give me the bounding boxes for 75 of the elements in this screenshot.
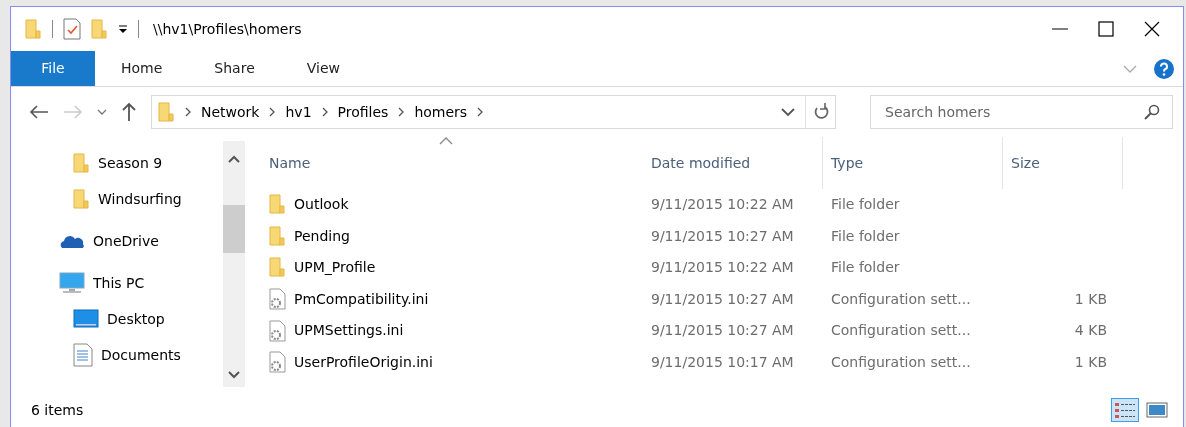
file-name[interactable]: UserProfileOrigin.ini [261,351,643,374]
nav-item[interactable]: Desktop [11,301,223,337]
column-header[interactable]: Type [823,137,1003,189]
settings-file-icon [269,319,286,342]
file-name[interactable]: Pending [261,225,643,247]
scroll-up-icon[interactable] [228,155,240,163]
column-header[interactable]: Name [261,137,643,189]
address-dropdown-icon[interactable] [781,108,795,116]
breadcrumb[interactable]: Network [201,101,260,123]
scrollbar[interactable] [223,141,245,387]
nav-item[interactable]: Season 9 [11,145,223,181]
breadcrumb[interactable]: Profiles [337,101,389,123]
file-name[interactable]: Outlook [261,194,643,216]
window-title: \\hv1\Profiles\homers [153,19,302,39]
size-cell-text: 4 KB [1073,321,1108,341]
ribbon-tab[interactable]: Home [95,51,189,86]
folder-icon [269,225,286,247]
up-icon[interactable] [121,102,137,122]
type-cell-text: File folder [830,226,901,246]
recent-locations-icon[interactable] [97,109,107,115]
folder-icon [269,257,286,279]
settings-file-icon [269,351,286,374]
date-cell-text: 9/11/2015 10:22 AM [650,195,795,215]
scroll-thumb[interactable] [223,205,245,253]
file-name[interactable]: PmCompatibility.ini [261,288,643,311]
item-count: 6 items [31,400,84,420]
size-cell-text: 1 KB [1073,289,1108,309]
cloud-icon [59,233,85,249]
breadcrumb[interactable]: homers [414,101,468,123]
breadcrumb-chevron-icon[interactable] [185,107,191,117]
settings-file-icon [269,288,286,311]
column-header[interactable]: Date modified [643,137,823,189]
ribbon-tab[interactable]: Share [188,51,281,86]
document-icon [73,343,93,367]
monitor-icon [59,272,85,294]
type-cell-text: File folder [830,258,901,278]
breadcrumb-chevron-icon[interactable] [321,107,328,117]
details-view-button[interactable] [1111,398,1139,422]
nav-item[interactable]: Windsurfing [11,181,223,217]
folder-icon [73,188,90,210]
address-bar[interactable]: Network hv1 Profiles homers [151,95,836,129]
nav-item[interactable]: Documents [11,337,223,373]
desktop-icon [73,309,99,329]
breadcrumb-chevron-icon[interactable] [477,107,484,117]
size-cell-text: 1 KB [1073,352,1108,372]
folder-icon [73,152,90,174]
ribbon-tab[interactable]: View [280,51,366,86]
nav-item[interactable]: This PC [11,265,223,301]
folder-icon [269,194,286,216]
search-box[interactable]: Search homers [870,95,1173,129]
folder-icon [158,101,175,123]
breadcrumb-chevron-icon[interactable] [269,107,276,117]
date-cell-text: 9/11/2015 10:22 AM [650,258,795,278]
type-cell-text: Configuration sett... [830,352,972,372]
date-cell-text: 9/11/2015 10:17 AM [650,352,795,372]
ribbon-tab[interactable]: File [11,51,95,86]
customize-dropdown-icon[interactable] [118,24,128,34]
date-cell-text: 9/11/2015 10:27 AM [650,321,795,341]
refresh-icon[interactable] [812,103,829,121]
nav-item[interactable]: OneDrive [11,223,223,259]
type-cell-text: Configuration sett... [830,321,972,341]
type-cell-text: Configuration sett... [830,289,972,309]
file-name[interactable]: UPMSettings.ini [261,319,643,342]
breadcrumb-chevron-icon[interactable] [398,107,405,117]
date-cell-text: 9/11/2015 10:27 AM [650,226,795,246]
properties-icon[interactable] [63,18,81,40]
file-name[interactable]: UPM_Profile [261,257,643,279]
date-cell-text: 9/11/2015 10:27 AM [650,289,795,309]
breadcrumb[interactable]: hv1 [285,101,312,123]
scroll-down-icon[interactable] [228,371,240,379]
column-header[interactable]: Size [1003,137,1123,189]
search-icon[interactable] [1144,104,1160,120]
back-icon[interactable] [29,104,49,120]
help-icon[interactable] [1153,57,1175,80]
type-cell-text: File folder [830,195,901,215]
